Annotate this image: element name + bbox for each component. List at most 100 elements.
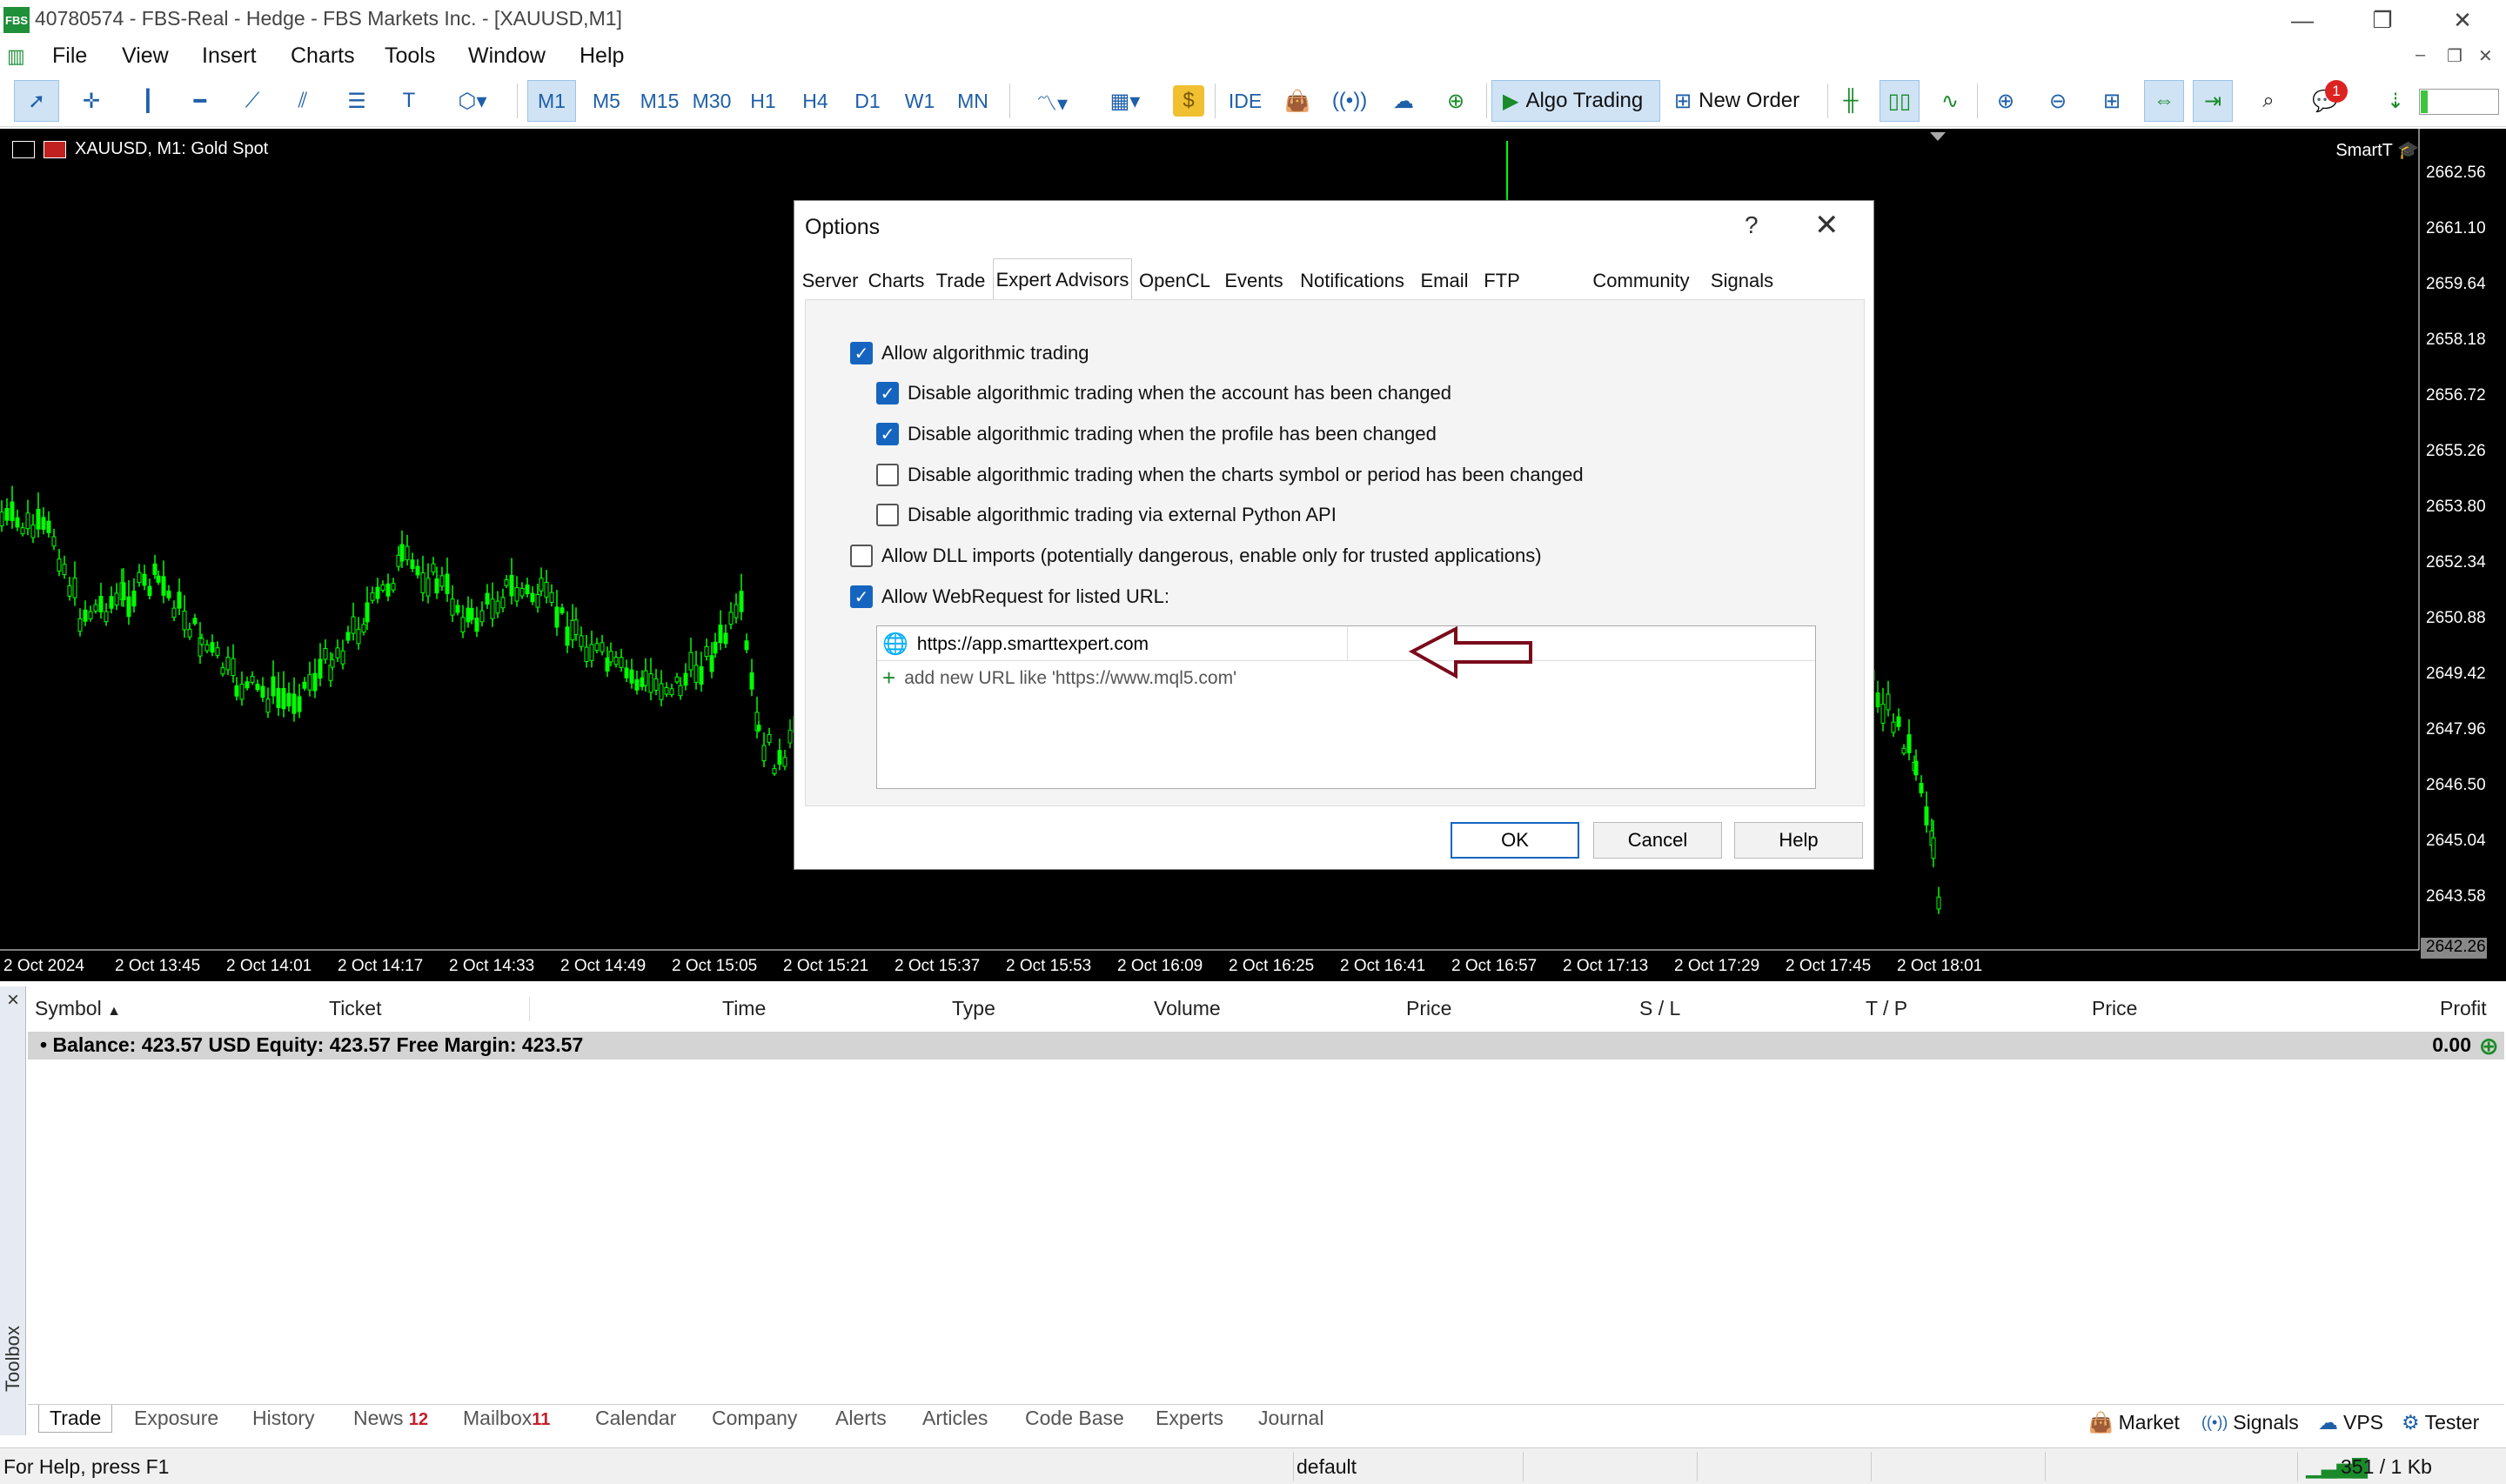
tab-vps[interactable]: ☁ VPS [2318, 1411, 2383, 1434]
market-bag-icon[interactable]: 👜 [1277, 80, 1317, 122]
tab-articles[interactable]: Articles [922, 1407, 988, 1430]
option-allow-webrequest[interactable]: ✓ Allow WebRequest for listed URL: [850, 585, 1169, 608]
tab-events[interactable]: Events [1221, 262, 1287, 300]
shapes-icon[interactable]: ⬡▾ [442, 80, 503, 122]
autoscroll-icon[interactable]: ⇔ [2144, 80, 2184, 122]
fibonacci-icon[interactable]: ☰ [338, 80, 376, 122]
bar-chart-icon[interactable]: ╫ [1831, 80, 1871, 122]
zoom-in-icon[interactable]: ⊕ [1986, 80, 2026, 122]
dollar-icon[interactable]: $ [1173, 85, 1204, 117]
col-profit[interactable]: Profit [2440, 997, 2487, 1020]
level2-icon[interactable]: ⇣ [2375, 80, 2416, 122]
tab-journal[interactable]: Journal [1258, 1407, 1323, 1430]
minimize-button[interactable]: — [2276, 3, 2328, 37]
timeframe-m5[interactable]: M5 [585, 80, 628, 122]
option-allow-algo-trading[interactable]: ✓ Allow algorithmic trading [850, 342, 1089, 364]
web-icon[interactable]: ⊕ [1436, 80, 1476, 122]
timeframe-m15[interactable]: M15 [635, 80, 684, 122]
checkbox-icon[interactable]: ✓ [850, 585, 873, 608]
col-symbol[interactable]: Symbol ▲ [35, 997, 121, 1020]
tab-opencl[interactable]: OpenCL [1137, 262, 1212, 300]
tab-signals[interactable]: Signals [1703, 262, 1781, 300]
col-price[interactable]: Price [1406, 997, 1451, 1020]
balance-row[interactable]: • Balance: 423.57 USD Equity: 423.57 Fre… [28, 1032, 2504, 1060]
checkbox-icon[interactable]: ✓ [876, 423, 899, 445]
option-disable-on-account-change[interactable]: ✓ Disable algorithmic trading when the a… [876, 382, 1451, 404]
tab-exposure[interactable]: Exposure [134, 1407, 218, 1430]
col-time[interactable]: Time [722, 997, 766, 1020]
timeframe-mn[interactable]: MN [948, 80, 997, 122]
notifications-icon[interactable]: 💬 1 [2301, 80, 2349, 122]
chart-doc-icon[interactable]: ▥ [7, 45, 30, 68]
col-tp[interactable]: T / P [1866, 997, 1907, 1020]
tab-alerts[interactable]: Alerts [835, 1407, 887, 1430]
dialog-help-button[interactable]: ? [1745, 211, 1759, 239]
option-disable-python-api[interactable]: Disable algorithmic trading via external… [876, 504, 1337, 526]
tab-ftp[interactable]: FTP [1480, 262, 1524, 300]
url-row[interactable]: 🌐 https://app.smarttexpert.com [877, 626, 1815, 661]
timeframe-h4[interactable]: H4 [794, 80, 837, 122]
mdi-restore-button[interactable]: ❐ [2447, 45, 2462, 67]
timeframe-d1[interactable]: D1 [846, 80, 889, 122]
menu-charts[interactable]: Charts [291, 43, 355, 69]
tab-tester[interactable]: ⚙ Tester [2402, 1411, 2479, 1434]
menu-grid-icon[interactable] [12, 140, 35, 158]
tab-market[interactable]: 👜 Market [2088, 1411, 2180, 1434]
tab-trade[interactable]: Trade [935, 262, 986, 300]
tab-notifications[interactable]: Notifications [1294, 262, 1410, 300]
status-profile[interactable]: default [1297, 1455, 1357, 1479]
ide-button[interactable]: IDE [1222, 80, 1269, 122]
checkbox-icon[interactable]: ✓ [850, 342, 873, 364]
tab-expert-advisors[interactable]: Expert Advisors [993, 258, 1132, 300]
tab-company[interactable]: Company [712, 1407, 797, 1430]
search-icon[interactable]: ⌕ [2248, 80, 2288, 122]
chart-shift-icon[interactable]: ⇥ [2193, 80, 2233, 122]
cursor-tool-icon[interactable]: ➚ [14, 80, 59, 122]
col-sl[interactable]: S / L [1639, 997, 1680, 1020]
tab-server[interactable]: Server [802, 262, 859, 300]
tab-charts[interactable]: Charts [866, 262, 927, 300]
menu-file[interactable]: File [52, 43, 87, 69]
col-type[interactable]: Type [952, 997, 995, 1020]
menu-help[interactable]: Help [580, 43, 624, 69]
tab-signals[interactable]: ((•)) Signals [2201, 1411, 2299, 1434]
horizontal-line-icon[interactable]: ━ [181, 80, 219, 122]
url-list[interactable]: 🌐 https://app.smarttexpert.com + add new… [876, 625, 1816, 789]
signals-icon[interactable]: ((•)) [1330, 80, 1370, 122]
chart-shift-marker[interactable] [1930, 132, 1946, 141]
tab-news[interactable]: News 12 [353, 1407, 428, 1430]
tab-code-base[interactable]: Code Base [1025, 1407, 1124, 1430]
timeframe-m1[interactable]: M1 [527, 80, 576, 122]
new-order-button[interactable]: ⊞ New Order [1667, 80, 1820, 122]
mdi-close-button[interactable]: ✕ [2478, 45, 2493, 67]
tab-email[interactable]: Email [1417, 262, 1471, 300]
timeframe-h1[interactable]: H1 [741, 80, 785, 122]
url-entry[interactable]: https://app.smarttexpert.com [917, 634, 1149, 655]
zoom-out-icon[interactable]: ⊖ [2038, 80, 2078, 122]
menu-tools[interactable]: Tools [385, 43, 435, 69]
ok-button[interactable]: OK [1451, 822, 1579, 859]
close-button[interactable]: ✕ [2436, 3, 2489, 37]
checkbox-icon[interactable] [876, 504, 899, 526]
expert-label[interactable]: SmartT 🎓 [2335, 139, 2419, 161]
line-chart-icon[interactable]: ∿ [1930, 80, 1970, 122]
crosshair-icon[interactable]: ✛ [70, 80, 113, 122]
candlestick-icon[interactable]: ▯▯ [1880, 80, 1920, 122]
checkbox-icon[interactable] [876, 464, 899, 486]
tab-calendar[interactable]: Calendar [595, 1407, 676, 1430]
col-ticket[interactable]: Ticket [329, 997, 382, 1020]
chart-type-icon[interactable]: 〽▾ [1020, 80, 1084, 122]
help-button[interactable]: Help [1734, 822, 1863, 859]
option-allow-dll-imports[interactable]: Allow DLL imports (potentially dangerous… [850, 545, 1542, 567]
trendline-icon[interactable]: ⟋ [233, 80, 271, 122]
col-price-current[interactable]: Price [2092, 997, 2137, 1020]
tab-community[interactable]: Community [1585, 262, 1698, 300]
option-disable-on-symbol-change[interactable]: Disable algorithmic trading when the cha… [876, 464, 1584, 486]
menu-view[interactable]: View [122, 43, 169, 69]
indicators-icon[interactable]: ▦▾ [1093, 80, 1157, 122]
checkbox-icon[interactable]: ✓ [876, 382, 899, 404]
restore-button[interactable]: ❐ [2356, 3, 2409, 37]
option-disable-on-profile-change[interactable]: ✓ Disable algorithmic trading when the p… [876, 423, 1437, 445]
channel-icon[interactable]: ⫽ [284, 80, 322, 122]
tab-history[interactable]: History [252, 1407, 315, 1430]
